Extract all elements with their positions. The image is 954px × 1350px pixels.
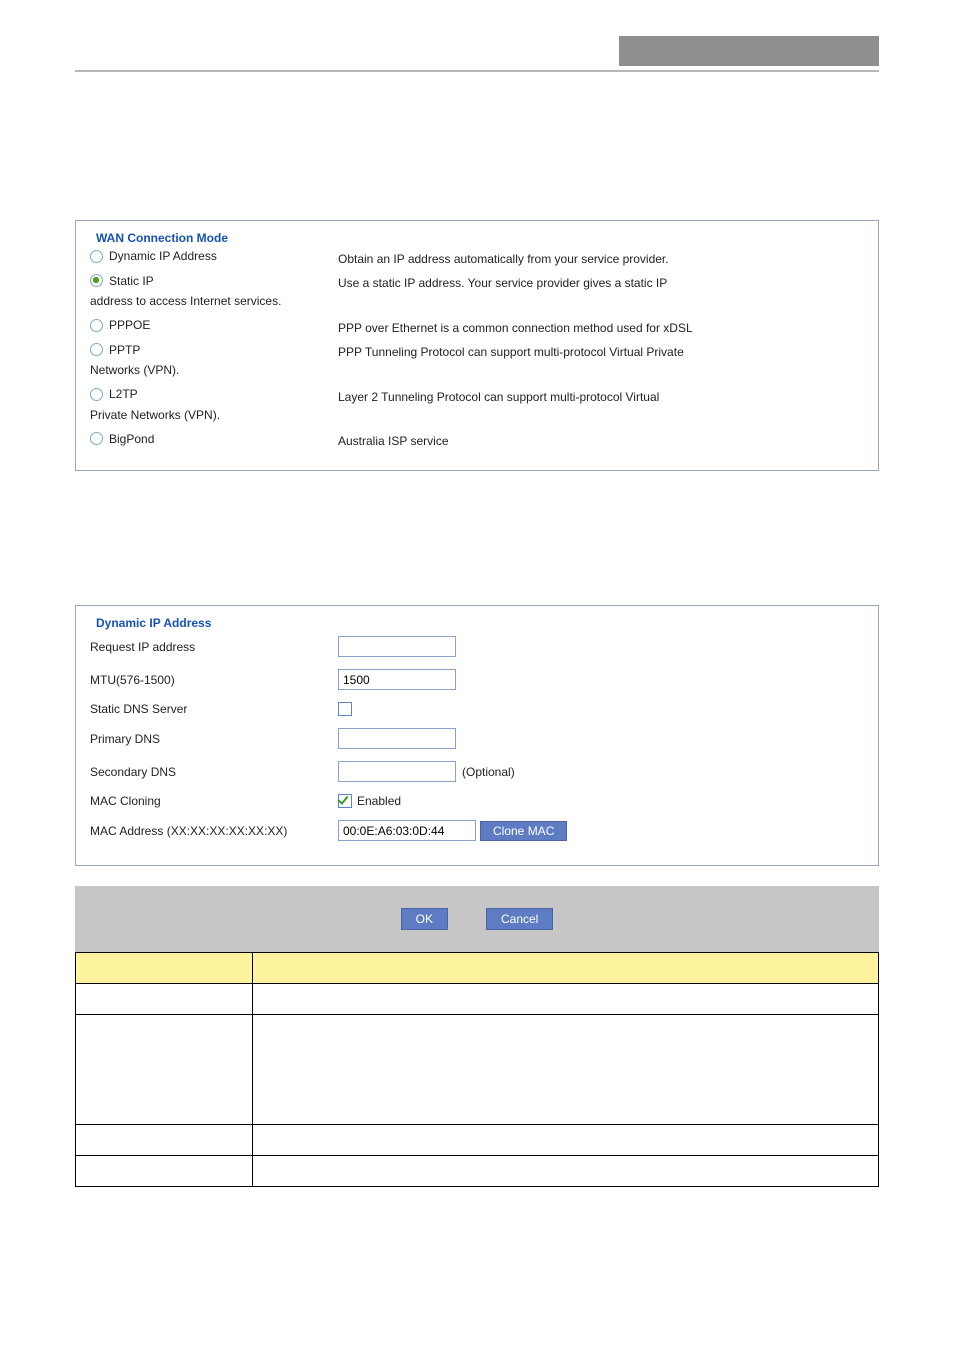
desc-dynamic: Obtain an IP address automatically from … [338, 252, 864, 266]
lbl-mtu: MTU(576-1500) [90, 673, 338, 687]
table-cell [76, 1125, 253, 1156]
primary-dns-input[interactable] [338, 728, 456, 749]
mtu-input[interactable] [338, 669, 456, 690]
desc-static-line1: Use a static IP address. Your service pr… [338, 276, 864, 290]
dynamic-ip-group: Dynamic IP Address Request IP address MT… [75, 605, 879, 866]
table-row [76, 1125, 879, 1156]
table-header-cell-a [76, 953, 253, 984]
clone-mac-button[interactable]: Clone MAC [480, 821, 567, 841]
table-cell [252, 1015, 878, 1125]
desc-pptp-line2: Networks (VPN). [90, 363, 864, 383]
table-cell [252, 1125, 878, 1156]
static-dns-checkbox[interactable] [338, 702, 352, 716]
secondary-dns-input[interactable] [338, 761, 456, 782]
lbl-mac-cloning: MAC Cloning [90, 794, 338, 808]
wan-legend: WAN Connection Mode [90, 231, 234, 245]
table-cell [76, 1156, 253, 1187]
lbl-primary-dns: Primary DNS [90, 732, 338, 746]
table-cell [252, 984, 878, 1015]
radio-pppoe[interactable] [90, 319, 103, 332]
desc-pppoe: PPP over Ethernet is a common connection… [338, 321, 864, 335]
mac-cloning-checkbox[interactable] [338, 794, 352, 808]
radio-l2tp[interactable] [90, 388, 103, 401]
cancel-button[interactable]: Cancel [486, 908, 553, 930]
radio-label-pppoe: PPPOE [109, 318, 150, 332]
ok-button[interactable]: OK [401, 908, 448, 930]
table-cell [252, 1156, 878, 1187]
radio-label-dynamic: Dynamic IP Address [109, 249, 217, 263]
desc-bigpond: Australia ISP service [338, 434, 864, 448]
lbl-request-ip: Request IP address [90, 640, 338, 654]
header-rule [75, 70, 879, 72]
table-header-row [76, 953, 879, 984]
radio-label-l2tp: L2TP [109, 387, 138, 401]
lbl-static-dns: Static DNS Server [90, 702, 338, 716]
mac-address-input[interactable] [338, 820, 476, 841]
table-header-cell-b [252, 953, 878, 984]
desc-pptp-line1: PPP Tunneling Protocol can support multi… [338, 345, 864, 359]
table-row [76, 984, 879, 1015]
table-row [76, 1156, 879, 1187]
desc-static-line2: address to access Internet services. [90, 294, 864, 314]
info-table [75, 952, 879, 1187]
lbl-secondary-dns: Secondary DNS [90, 765, 338, 779]
radio-bigpond[interactable] [90, 432, 103, 445]
action-bar: OK Cancel [75, 886, 879, 952]
table-cell [76, 984, 253, 1015]
lbl-optional: (Optional) [462, 765, 515, 779]
wan-connection-mode-group: WAN Connection Mode Dynamic IP Address O… [75, 220, 879, 471]
table-cell [76, 1015, 253, 1125]
desc-l2tp-line1: Layer 2 Tunneling Protocol can support m… [338, 390, 864, 404]
radio-label-static: Static IP [109, 274, 154, 288]
radio-dynamic-ip[interactable] [90, 250, 103, 263]
header-stripe [619, 36, 879, 66]
lbl-mac-address: MAC Address (XX:XX:XX:XX:XX:XX) [90, 824, 338, 838]
lbl-enabled: Enabled [357, 794, 401, 808]
table-row [76, 1015, 879, 1125]
request-ip-input[interactable] [338, 636, 456, 657]
desc-l2tp-line2: Private Networks (VPN). [90, 408, 864, 428]
radio-pptp[interactable] [90, 343, 103, 356]
dyn-legend: Dynamic IP Address [90, 616, 217, 630]
radio-label-pptp: PPTP [109, 343, 140, 357]
radio-static-ip[interactable] [90, 274, 103, 287]
radio-label-bigpond: BigPond [109, 432, 154, 446]
